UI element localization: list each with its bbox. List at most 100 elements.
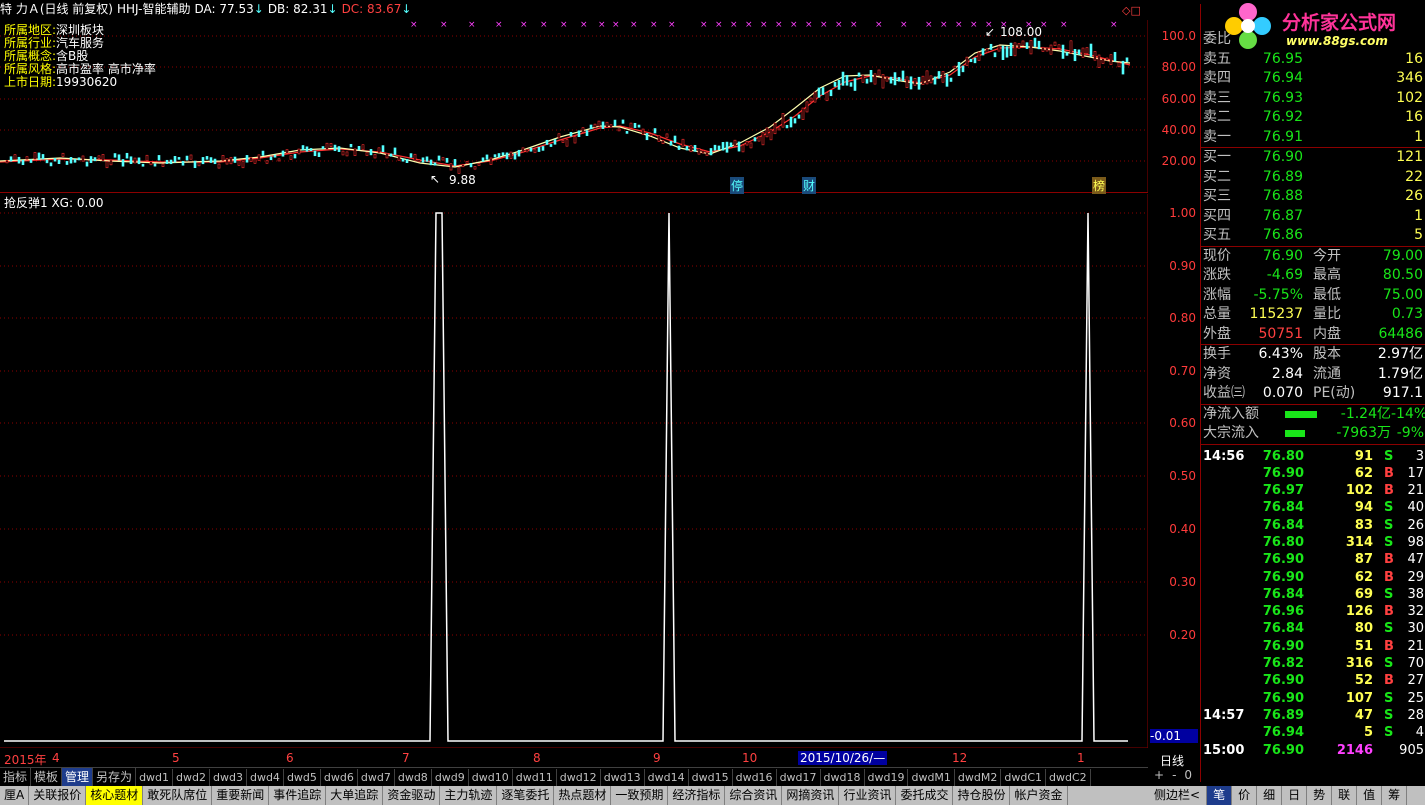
candle [541,146,545,151]
order-price: 76.87 [1262,207,1303,224]
footer-link[interactable]: 厘A [0,786,30,805]
order-book-row[interactable]: 卖一 76.91 1 [1201,128,1425,148]
candle [569,132,573,137]
footer-link[interactable]: 资金驱动 [383,786,441,805]
formula-tab[interactable]: dwd11 [513,769,557,787]
side-tab[interactable]: 势 [1307,786,1333,805]
candle [917,76,921,90]
order-book-row[interactable]: 买四 76.87 1 [1201,207,1425,227]
footer-link[interactable]: 主力轨迹 [440,786,498,805]
formula-tab[interactable]: dwd8 [395,769,432,787]
tab-save-as[interactable]: 另存为 [93,768,137,786]
candle [301,145,305,151]
side-tab[interactable]: 侧边栏< [1148,786,1208,805]
formula-tab[interactable]: dwdM1 [908,769,955,787]
footer-link[interactable]: 帐户资金 [1010,786,1068,805]
footer-link[interactable]: 经济指标 [668,786,726,805]
footer-link[interactable]: 核心题材 [86,786,144,805]
period-label[interactable]: 日线 [1160,752,1184,769]
footer-link[interactable]: 网摘资讯 [782,786,840,805]
formula-tab[interactable]: dwd9 [432,769,469,787]
tick-volume: 87 [1354,552,1373,568]
order-book-row[interactable]: 卖五 76.95 16 [1201,50,1425,70]
candle [1025,42,1029,49]
price-tick: 20.00 [1161,154,1196,168]
event-badge-list[interactable]: 榜 [1092,177,1107,194]
signal-line [4,212,1128,742]
order-book-row[interactable]: 买一 76.90 121 [1201,148,1425,168]
order-price: 76.91 [1262,128,1303,145]
footer-link[interactable]: 敢死队席位 [143,786,213,805]
formula-tab[interactable]: dwd7 [358,769,395,787]
footer-link[interactable]: 委托成交 [896,786,954,805]
order-book-row[interactable]: 买五 76.86 5 [1201,226,1425,246]
formula-tab[interactable]: dwd10 [469,769,513,787]
side-tab[interactable]: 笔 [1207,786,1233,805]
formula-tab[interactable]: dwd2 [173,769,210,787]
formula-tab[interactable]: dwd16 [733,769,777,787]
formula-tab[interactable]: dwd13 [601,769,645,787]
maximize-icon[interactable]: □ [1130,4,1140,17]
order-book-row[interactable]: 买二 76.89 22 [1201,168,1425,188]
footer-link[interactable]: 行业资讯 [839,786,897,805]
order-book-row[interactable]: 卖二 76.92 16 [1201,108,1425,128]
indicator-chart[interactable] [0,194,1148,748]
side-tab[interactable]: 细 [1257,786,1283,805]
formula-tab[interactable]: dwd19 [865,769,909,787]
candle [1105,57,1109,61]
event-badge-finance[interactable]: 财 [802,177,817,194]
side-tab[interactable]: 值 [1357,786,1383,805]
formula-tab[interactable]: dwd4 [247,769,284,787]
candle [129,156,133,164]
tick-count: 26 [1407,517,1424,533]
order-book-row[interactable]: 买三 76.88 26 [1201,187,1425,207]
footer-link[interactable]: 综合资讯 [725,786,783,805]
month-label: 10 [742,751,758,765]
footer-link[interactable]: 热点题材 [554,786,612,805]
zoom-in-button[interactable]: + [1154,768,1164,782]
footer-link[interactable]: 关联报价 [29,786,87,805]
footer-link[interactable]: 事件追踪 [269,786,327,805]
formula-tab[interactable]: dwd18 [821,769,865,787]
candle [453,159,457,166]
tick-volume: 314 [1345,534,1373,550]
formula-tab[interactable]: dwd1 [136,769,174,787]
footer-link[interactable]: 一致预期 [611,786,669,805]
formula-tab[interactable]: dwd15 [689,769,733,787]
formula-tab[interactable]: dwd14 [645,769,689,787]
formula-tab[interactable]: dwdC2 [1046,769,1091,787]
candle [121,159,125,167]
order-book-row[interactable]: 卖三 76.93 102 [1201,89,1425,109]
event-badge-halt[interactable]: 停 [730,177,745,194]
candle [1125,57,1129,62]
order-book-row[interactable]: 卖四 76.94 346 [1201,69,1425,89]
side-tab[interactable]: 日 [1282,786,1308,805]
signal-marker: × [668,20,676,30]
candle [293,154,297,159]
indicator-title[interactable]: 抢反弹1 XG: 0.00 [4,194,104,211]
footer-link[interactable]: 大单追踪 [326,786,384,805]
formula-tab[interactable]: dwdC1 [1001,769,1047,787]
side-tab[interactable]: 筹 [1382,786,1408,805]
tab-manage[interactable]: 管理 [62,768,94,786]
formula-tab[interactable]: dwd17 [777,769,821,787]
tab-indicator[interactable]: 指标 [0,768,32,786]
candle [33,152,37,160]
footer-link[interactable]: 逐笔委托 [497,786,555,805]
footer-link[interactable]: 持仓股份 [953,786,1011,805]
price-chart[interactable]: × × × × × × × × × × × × × × × × × × × × × × × × × × × × × × × × × × × × ↙ ↖… [0,20,1148,194]
formula-tab[interactable]: dwd12 [557,769,601,787]
formula-tab[interactable]: dwdM2 [955,769,1002,787]
formula-tab[interactable]: dwd3 [210,769,247,787]
zoom-reset-button[interactable]: 0 [1184,768,1192,782]
tab-template[interactable]: 模板 [31,768,63,786]
formula-tab[interactable]: dwd5 [284,769,321,787]
indicator-name[interactable]: HHJ-智能辅助 [117,2,191,16]
side-tab[interactable]: 联 [1332,786,1358,805]
stock-name[interactable]: 特 力Ａ(日线 前复权) [0,2,113,16]
zoom-out-button[interactable]: - [1172,768,1176,782]
footer-link[interactable]: 重要新闻 [212,786,270,805]
side-tab[interactable]: 价 [1232,786,1258,805]
formula-tab[interactable]: dwd6 [321,769,358,787]
month-label: 4 [52,751,60,765]
